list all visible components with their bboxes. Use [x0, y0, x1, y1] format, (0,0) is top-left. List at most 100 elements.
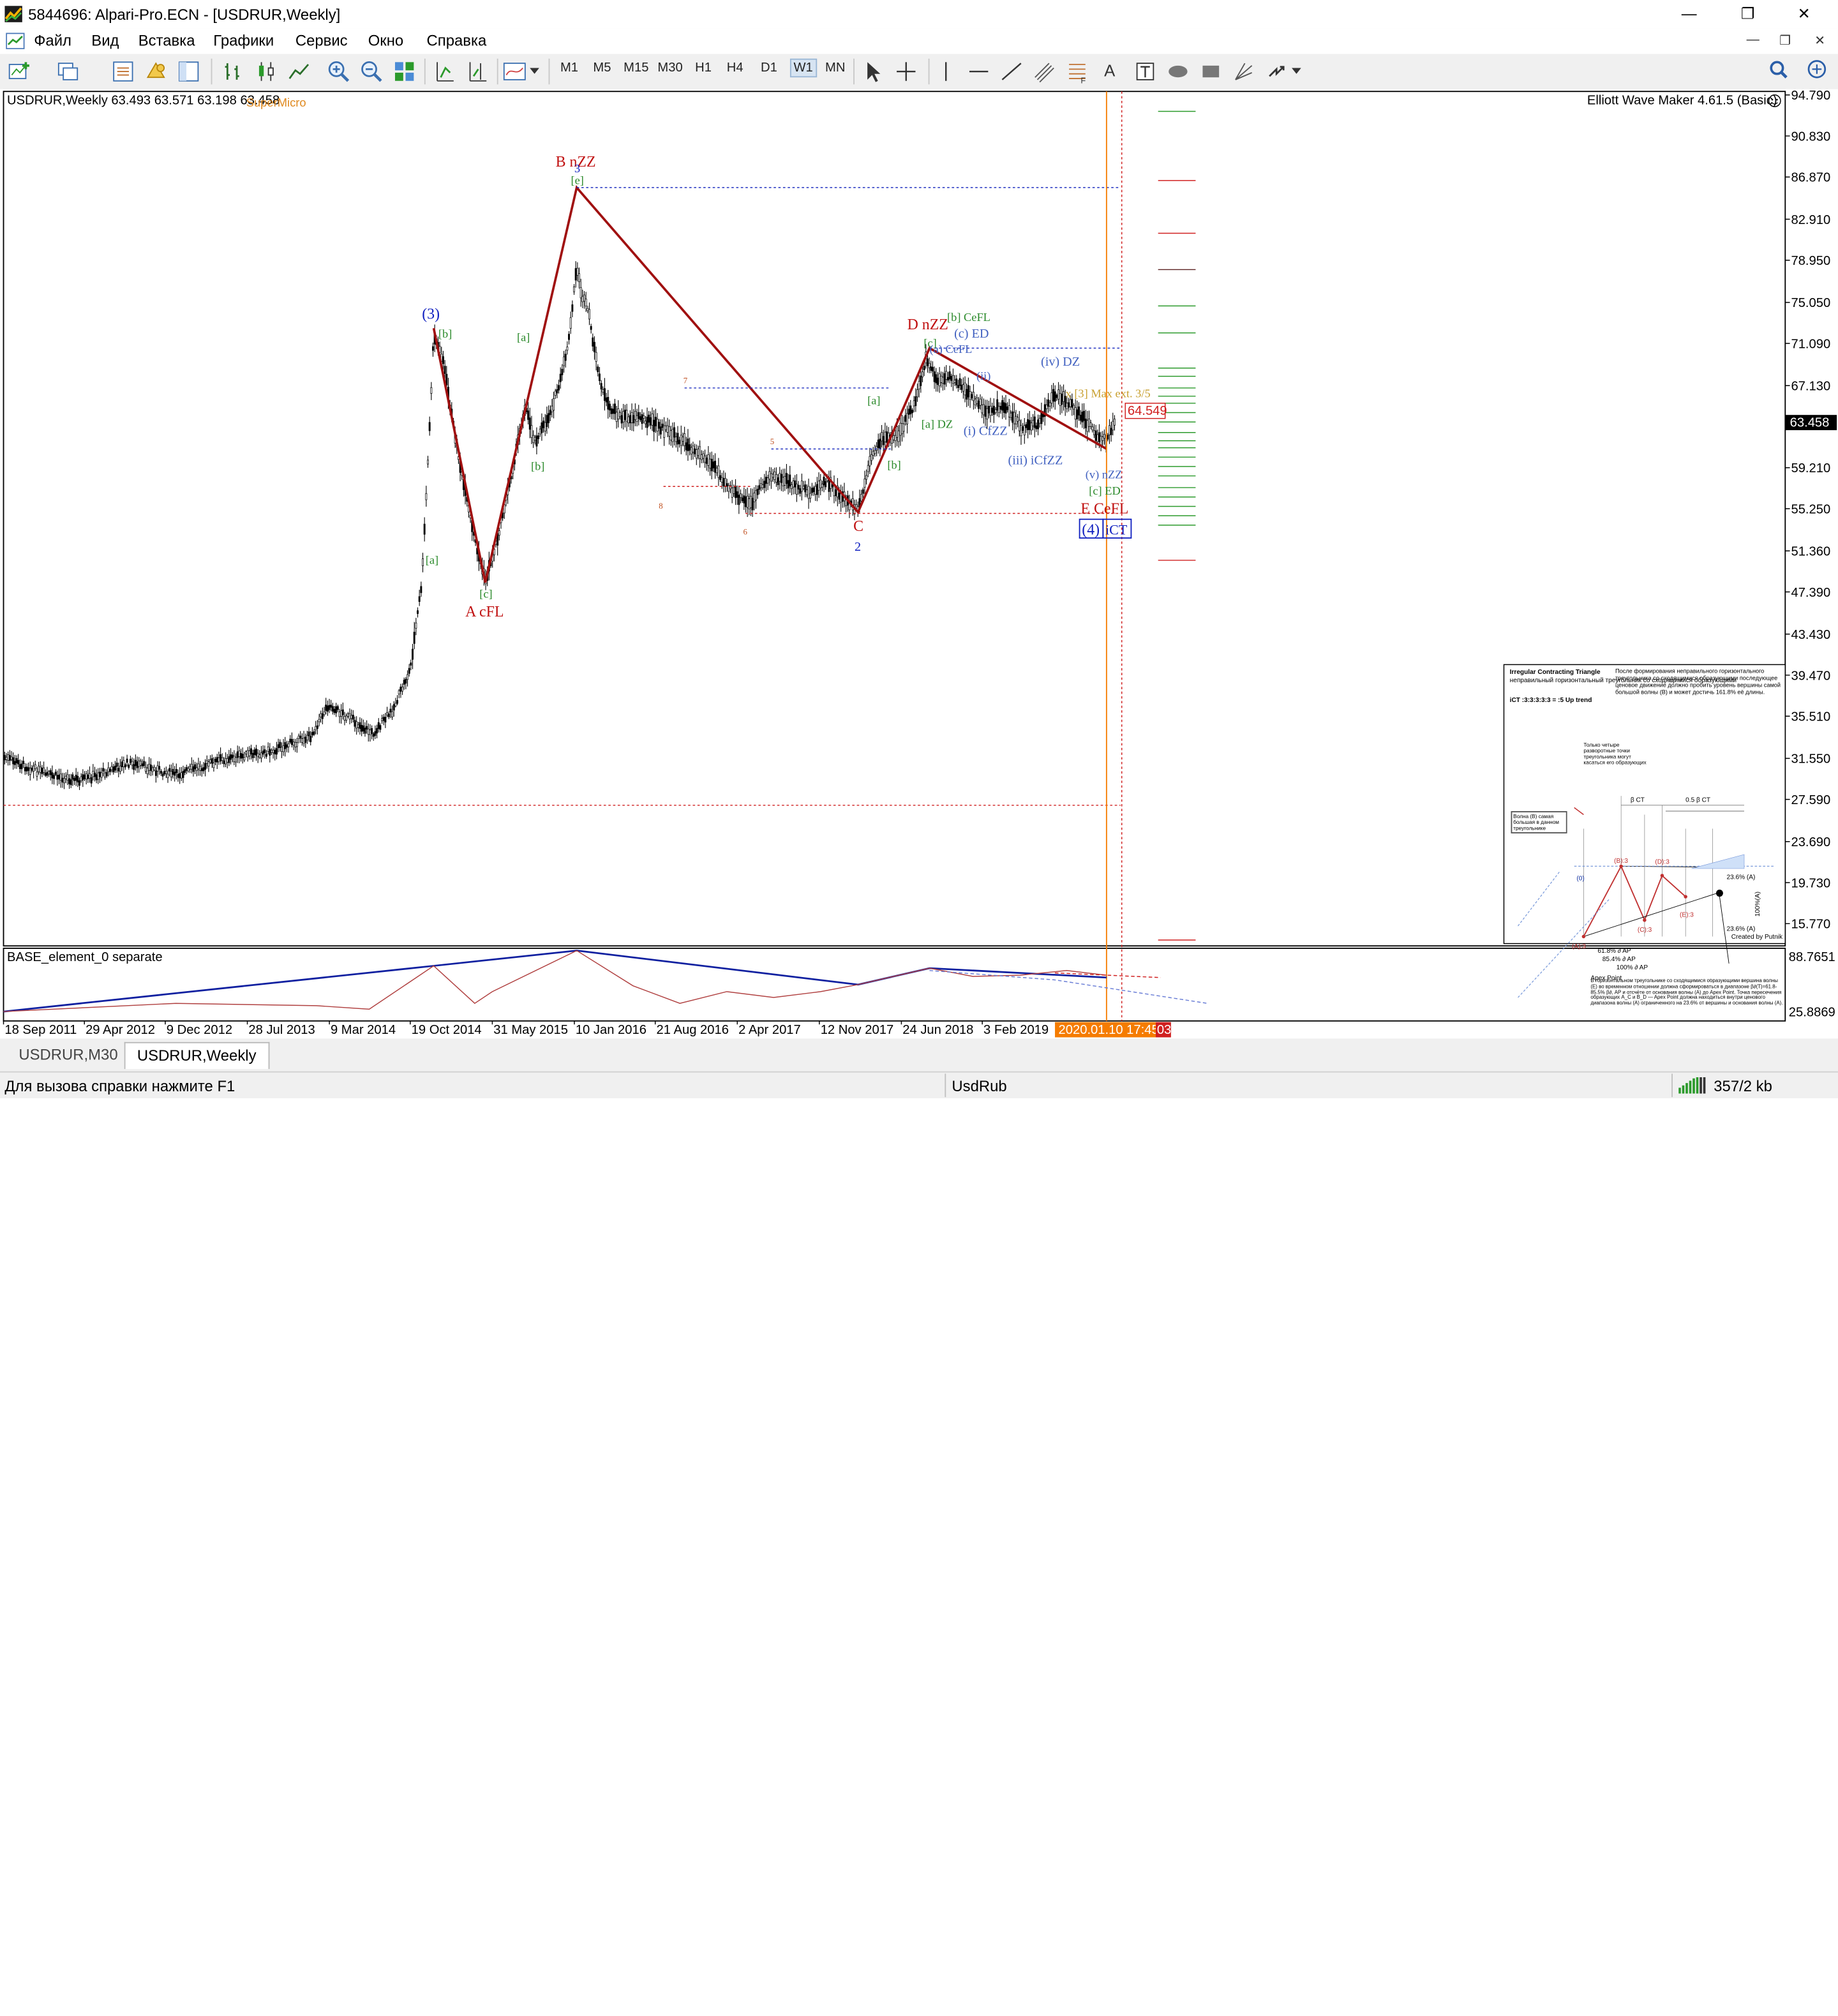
text-tool-icon[interactable]: A: [1104, 61, 1115, 80]
candle-body: [892, 435, 895, 440]
indicators-dropdown-icon[interactable]: [530, 68, 539, 75]
zoom-in-icon[interactable]: [326, 59, 352, 84]
timeframe-m1[interactable]: M1: [560, 61, 578, 75]
arrows-icon[interactable]: [1264, 59, 1289, 84]
tab-usdrur-weekly[interactable]: USDRUR,Weekly: [124, 1042, 269, 1070]
timeframe-m30[interactable]: M30: [657, 61, 682, 75]
candle-body: [257, 752, 259, 758]
mdi-restore-button[interactable]: ❐: [1779, 33, 1791, 48]
profiles-icon[interactable]: [56, 59, 82, 84]
horizontal-line-icon[interactable]: [966, 59, 991, 84]
mdi-close-button[interactable]: ✕: [1814, 33, 1825, 48]
cursor-icon[interactable]: [860, 59, 886, 84]
candle-body: [792, 481, 795, 488]
community-icon[interactable]: [1805, 59, 1829, 80]
candle-body: [613, 403, 616, 414]
search-icon[interactable]: [1768, 59, 1789, 80]
indicators-icon[interactable]: [502, 59, 527, 84]
chart-area[interactable]: 64.549 (3) [b] [a] [a] [b] [c] A cFL B nZZ [e] 3 C 2…: [0, 89, 1838, 1039]
timeframe-mn[interactable]: MN: [825, 61, 845, 75]
candle-body: [957, 385, 959, 388]
candle-body: [184, 769, 186, 773]
candle-body: [548, 413, 550, 423]
chart-canvas[interactable]: 64.549(3)[b][a][a][b][c]A cFLB nZZ[e]3C2…: [0, 89, 1838, 1039]
timeframe-m15[interactable]: M15: [624, 61, 648, 75]
menu-view[interactable]: Вид: [91, 32, 119, 50]
candle-body: [235, 757, 237, 763]
candle-body: [782, 477, 784, 486]
wave-overlay: 64.549(3)[b][a][a][b][c]A cFLB nZZ[e]3C2…: [3, 91, 1196, 1021]
minimize-button[interactable]: —: [1662, 0, 1715, 28]
menu-tools[interactable]: Сервис: [295, 32, 348, 50]
candle-body: [1057, 389, 1060, 400]
market-watch-icon[interactable]: [110, 59, 136, 84]
menu-window[interactable]: Окно: [368, 32, 404, 50]
timeframe-h1[interactable]: H1: [695, 61, 712, 75]
candle-body: [160, 770, 162, 774]
candle-body: [498, 530, 500, 536]
trendline-icon[interactable]: [999, 59, 1024, 84]
candle-body: [682, 437, 684, 442]
timeframe-d1[interactable]: D1: [761, 61, 777, 75]
navigator-icon[interactable]: [176, 59, 202, 84]
data-window-icon[interactable]: [143, 59, 168, 84]
vertical-line-icon[interactable]: [933, 59, 959, 84]
line-chart-icon[interactable]: [286, 59, 311, 84]
arrows-dropdown-icon[interactable]: [1292, 68, 1301, 75]
candle-body: [695, 449, 698, 459]
candle-body: [911, 410, 913, 414]
subwindow-header: BASE_element_0 separate: [7, 950, 163, 964]
mdi-minimize-button[interactable]: —: [1747, 33, 1760, 47]
candle-body: [34, 764, 36, 769]
subwindow-lines: [3, 950, 1207, 1013]
bar-chart-icon[interactable]: [220, 59, 246, 84]
candle-body: [394, 703, 397, 706]
candle-body: [423, 523, 426, 535]
chart-shift-icon[interactable]: [464, 59, 489, 84]
candlestick-icon[interactable]: [253, 59, 279, 84]
menu-file[interactable]: Файл: [34, 32, 71, 50]
candle-body: [930, 366, 932, 371]
rectangle-icon[interactable]: [1198, 59, 1223, 84]
candle-body: [997, 406, 1000, 413]
channel-icon[interactable]: [1031, 59, 1057, 84]
candle-body: [969, 391, 971, 400]
auto-scroll-icon[interactable]: [431, 59, 457, 84]
gann-icon[interactable]: [1231, 59, 1257, 84]
menu-insert[interactable]: Вставка: [138, 32, 195, 50]
candle-body: [361, 724, 363, 732]
crosshair-icon[interactable]: [893, 59, 919, 84]
candle-body: [347, 713, 349, 717]
ellipse-icon[interactable]: [1165, 59, 1191, 84]
price-label: 82.910: [1791, 213, 1830, 227]
close-button[interactable]: ✕: [1777, 0, 1830, 28]
restore-button[interactable]: ❐: [1721, 0, 1774, 28]
timeframe-w1[interactable]: W1: [789, 58, 817, 78]
timeframe-m5[interactable]: M5: [593, 61, 611, 75]
candle-body: [1073, 405, 1075, 410]
chart-window-icon[interactable]: [6, 33, 25, 50]
candle-body: [902, 423, 905, 432]
candle-body: [1012, 411, 1014, 423]
candle-body: [241, 754, 244, 759]
candle-body: [581, 295, 584, 302]
candle-body: [797, 484, 800, 489]
candle-body: [236, 751, 239, 758]
tile-windows-icon[interactable]: [391, 59, 417, 84]
fibonacci-icon[interactable]: F: [1065, 59, 1090, 84]
zoom-out-icon[interactable]: [359, 59, 384, 84]
candle-body: [812, 487, 815, 493]
tab-usdrur-m30[interactable]: USDRUR,M30: [7, 1042, 130, 1068]
panel-label-b: (B):3: [1614, 858, 1628, 865]
timeframe-h4[interactable]: H4: [727, 61, 743, 75]
menu-charts[interactable]: Графики: [213, 32, 274, 50]
new-chart-icon[interactable]: [7, 59, 33, 84]
candle-body: [987, 406, 990, 414]
candle-body: [194, 764, 197, 770]
candle-body: [185, 767, 188, 771]
candle-body: [20, 763, 23, 770]
price-label: 43.430: [1791, 628, 1830, 642]
current-price-label: 63.458: [1790, 416, 1830, 430]
menu-help[interactable]: Справка: [427, 32, 487, 50]
text-label-icon[interactable]: [1132, 59, 1158, 84]
